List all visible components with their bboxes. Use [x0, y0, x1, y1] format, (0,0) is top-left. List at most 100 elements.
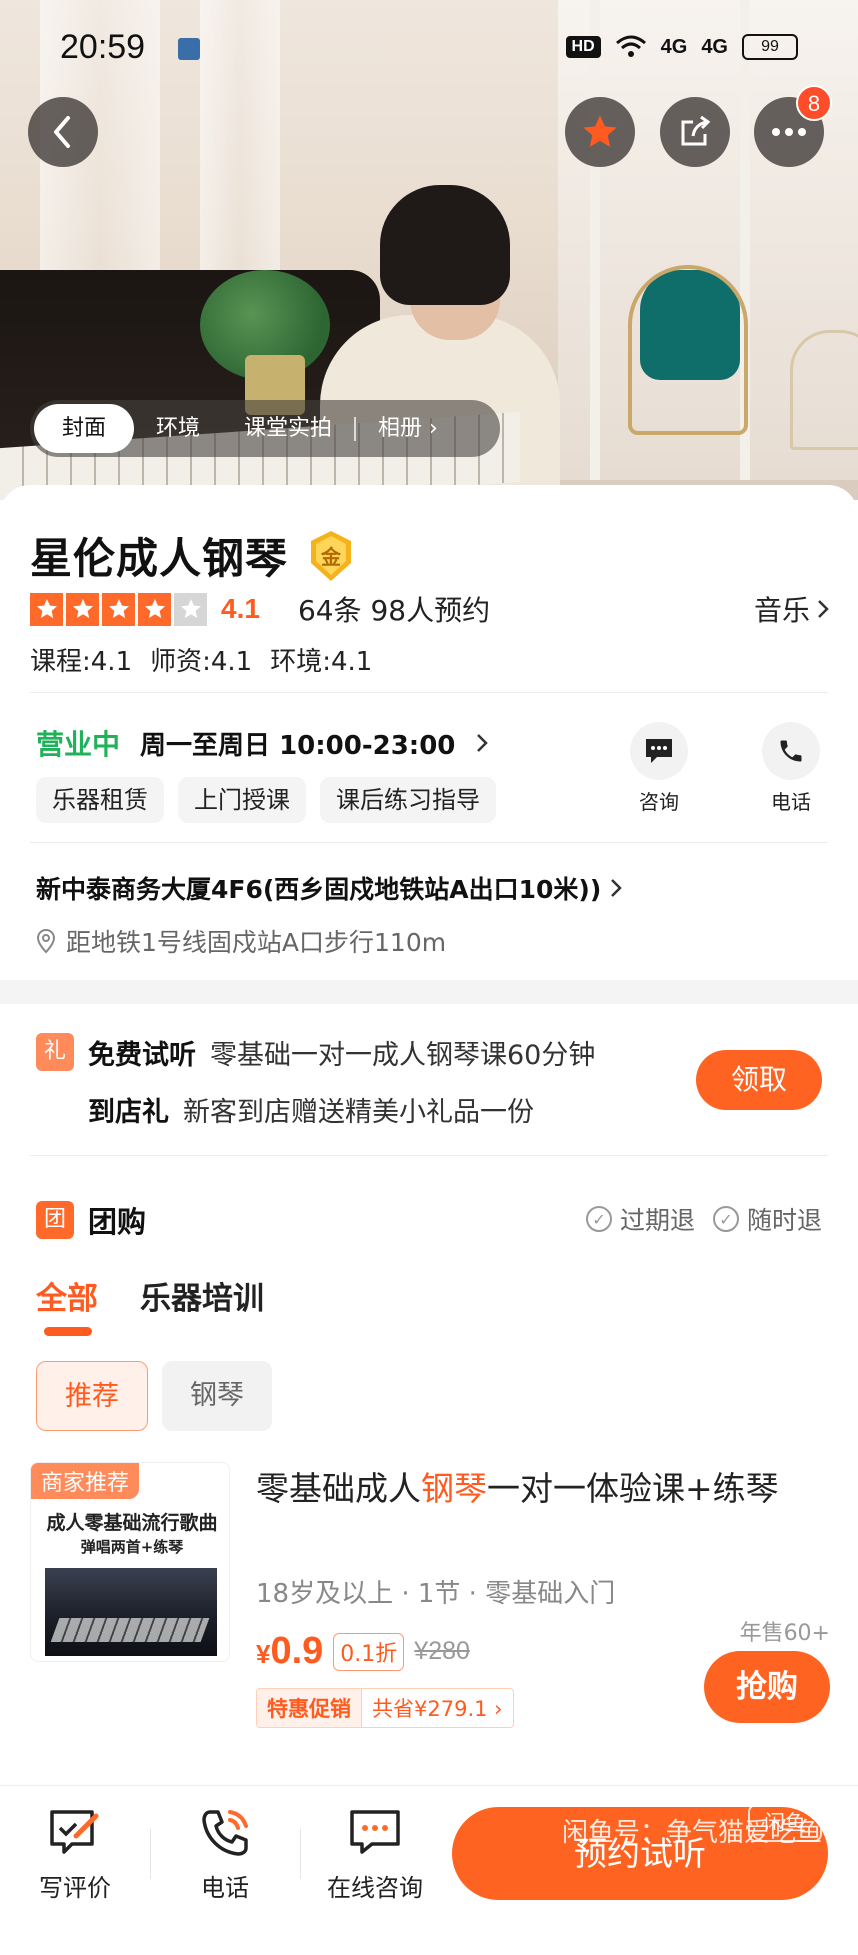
gift-icon: 礼 [36, 1033, 74, 1071]
score-environment: 环境:4.1 [270, 647, 373, 677]
phone-icon [762, 722, 820, 780]
review-count: 64条 98人预约 [297, 594, 491, 627]
hours-text: 周一至周日 10:00-23:00 [140, 730, 456, 761]
buy-button[interactable]: 抢购 [704, 1651, 830, 1723]
deal-meta: 18岁及以上 · 1节 · 零基础入门 [256, 1579, 616, 1609]
chevron-right-icon [818, 600, 829, 618]
deal-thumbnail[interactable]: 商家推荐 成人零基础流行歌曲 弹唱两首+练琴 [30, 1462, 230, 1662]
annual-sales: 年售60+ [739, 1621, 830, 1646]
deal-price-row: ¥0.9 0.1折 ¥280 [256, 1630, 470, 1673]
shop-title: 星伦成人钢琴 [30, 534, 289, 583]
address-text: 新中泰商务大厦4F6(西乡固戍地铁站A出口10米)) [36, 875, 602, 904]
bottom-phone-button[interactable]: 电话 [170, 1806, 280, 1903]
signal-a-icon: 4G [660, 35, 688, 58]
chevron-left-icon [54, 116, 70, 148]
tab-all[interactable]: 全部 [36, 1273, 98, 1336]
write-review-icon [50, 1810, 99, 1854]
score-teacher: 师资:4.1 [150, 647, 253, 677]
refund-anytime-label: 随时退 [746, 1206, 822, 1235]
check-circle-icon: ✓ [712, 1206, 739, 1232]
divider [150, 1829, 151, 1879]
promo-store-gift: 到店礼 新客到店赠送精美小礼品一份 [88, 1090, 534, 1129]
promo-key: 到店礼 [88, 1097, 169, 1128]
discount-badge: 0.1折 [333, 1632, 405, 1671]
pianist-hair [380, 185, 510, 305]
deal-promo-tag: 特惠促销 共省¥279.1 › [256, 1688, 514, 1728]
consult-label: 咨询 [639, 790, 679, 814]
deal-category-tabs: 全部 乐器培训 [36, 1273, 264, 1336]
status-icons: HD 4G 4G 99 [565, 34, 798, 60]
watermark-logo: 闲鱼 [748, 1804, 822, 1842]
star-empty-icon [174, 592, 207, 626]
deal-title-highlight: 钢琴 [421, 1469, 487, 1508]
currency-symbol: ¥ [256, 1639, 271, 1669]
service-tag: 课后练习指导 [320, 777, 496, 823]
side-table [790, 330, 858, 450]
distance-text: 距地铁1号线固戍站A口步行110m [66, 928, 447, 957]
refund-options: ✓ 过期退 ✓ 随时退 [585, 1201, 822, 1237]
chip-piano[interactable]: 钢琴 [162, 1361, 272, 1431]
promo-saving: 共省¥279.1 › [361, 1689, 513, 1727]
more-dots-icon [772, 128, 806, 136]
bottom-action-bar: 写评价 电话 在线咨询 预约试听 闲鱼号：争气猫爱吃鱼 闲鱼 [0, 1785, 858, 1920]
hd-indicator: HD [565, 36, 601, 58]
share-button[interactable] [660, 97, 730, 167]
sub-scores: 课程:4.1 师资:4.1 环境:4.1 [30, 641, 372, 678]
promo-key: 免费试听 [88, 1040, 196, 1071]
deal-title-suffix: 一对一体验课+练琴 [487, 1469, 779, 1508]
chair-frame [628, 265, 748, 435]
caption-line: 成人零基础流行歌曲 [46, 1512, 218, 1534]
star-filled-icon [30, 592, 63, 626]
tab-cover[interactable]: 封面 [34, 404, 135, 453]
category-link[interactable]: 音乐 [754, 589, 830, 629]
bottom-phone-label: 电话 [201, 1874, 249, 1902]
caption-line: 弹唱两首+练琴 [80, 1538, 184, 1556]
claim-button[interactable]: 领取 [696, 1050, 822, 1110]
service-tag: 乐器租赁 [36, 777, 164, 823]
score-course: 课程:4.1 [30, 647, 133, 677]
tab-album[interactable]: 相册 › [356, 404, 460, 453]
share-icon [681, 115, 711, 146]
star-icon [583, 115, 617, 147]
address-link[interactable]: 新中泰商务大厦4F6(西乡固戍地铁站A出口10米)) [36, 870, 623, 906]
phone-label: 电话 [771, 790, 811, 814]
notification-badge: 8 [796, 85, 832, 121]
merchant-recommend-tag: 商家推荐 [31, 1463, 140, 1499]
deal-title[interactable]: 零基础成人钢琴一对一体验课+练琴 [256, 1463, 828, 1514]
favorite-button[interactable] [565, 97, 635, 167]
online-consult-button[interactable]: 在线咨询 [320, 1806, 430, 1903]
divider [30, 842, 828, 843]
service-tags: 乐器租赁 上门授课 课后练习指导 [36, 777, 496, 823]
consult-button[interactable]: 咨询 [614, 722, 704, 815]
location-pin-icon [36, 928, 56, 954]
back-button[interactable] [28, 97, 98, 167]
shop-detail-sheet: 星伦成人钢琴 金 4.1 64条 98人预约 音乐 课程:4.1 师资:4.1 … [0, 485, 858, 1955]
refund-expired: ✓ 过期退 [585, 1201, 695, 1237]
write-review-button[interactable]: 写评价 [20, 1806, 130, 1903]
service-tag: 上门授课 [178, 777, 306, 823]
status-time: 20:59 [60, 28, 146, 66]
tab-environment[interactable]: 环境 [134, 404, 222, 453]
status-bar: 20:59 HD 4G 4G 99 [0, 0, 858, 100]
rating-stars [30, 592, 207, 626]
star-filled-icon [138, 592, 171, 626]
original-price: ¥280 [414, 1637, 470, 1665]
check-circle-icon: ✓ [585, 1206, 612, 1232]
rating-row[interactable]: 4.1 64条 98人预约 音乐 [30, 589, 830, 629]
tab-classroom[interactable]: 课堂实拍 [222, 404, 354, 453]
wifi-icon [615, 35, 646, 57]
promo-free-trial: 免费试听 零基础一对一成人钢琴课60分钟 [88, 1033, 595, 1072]
business-hours[interactable]: 营业中 周一至周日 10:00-23:00 [36, 723, 489, 763]
gold-medal-icon: 金 [308, 529, 354, 583]
divider [300, 1829, 301, 1879]
online-consult-label: 在线咨询 [327, 1874, 423, 1902]
more-button[interactable]: 8 [754, 85, 832, 167]
gallery-tabs: 封面 环境 课堂实拍 相册 › [30, 400, 500, 457]
phone-button[interactable]: 电话 [746, 722, 836, 815]
title-row: 星伦成人钢琴 金 [30, 525, 354, 586]
chat-icon [630, 722, 688, 780]
write-review-label: 写评价 [39, 1874, 111, 1902]
chip-recommended[interactable]: 推荐 [36, 1361, 148, 1431]
refund-anytime: ✓ 随时退 [712, 1201, 822, 1237]
tab-instrument-training[interactable]: 乐器培训 [140, 1273, 264, 1318]
